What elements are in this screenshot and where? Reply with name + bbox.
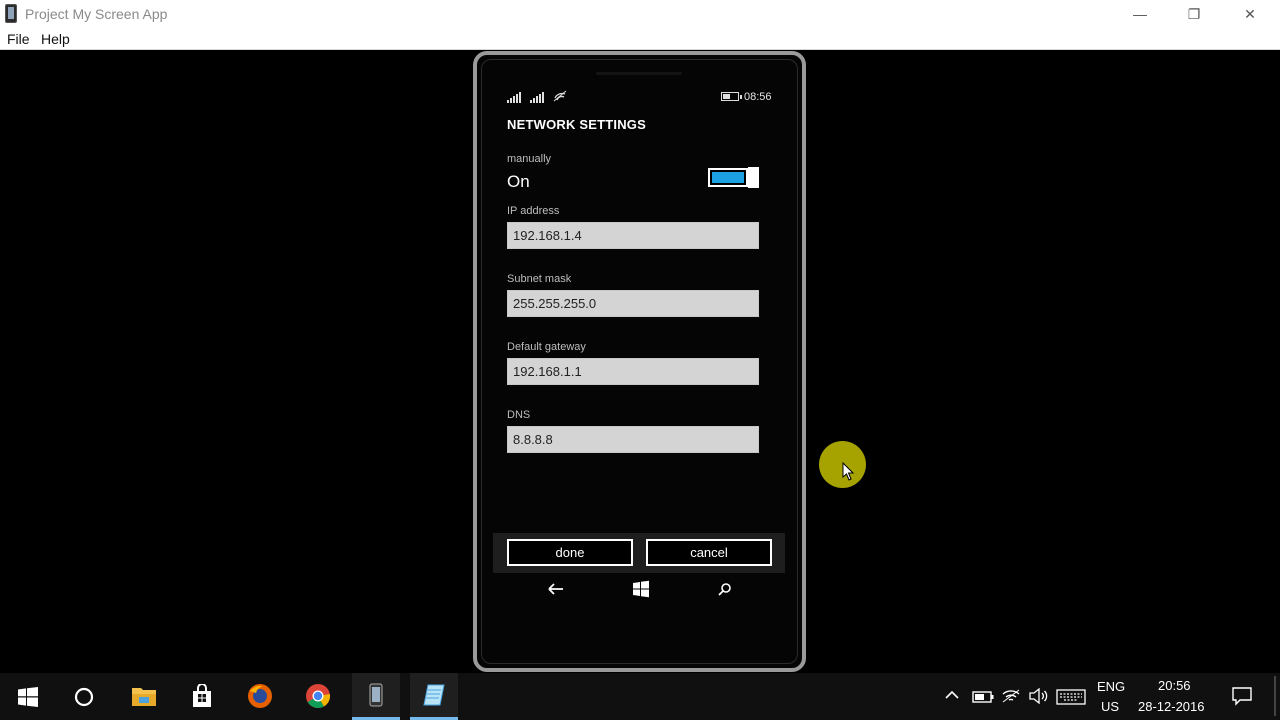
tray-clock-date[interactable]: 28-12-2016 (1138, 699, 1205, 714)
dns-field[interactable]: 8.8.8.8 (507, 426, 759, 453)
dns-label: DNS (507, 409, 531, 421)
manual-toggle[interactable] (708, 167, 759, 188)
minimize-button[interactable]: — (1117, 0, 1163, 28)
firefox-icon[interactable] (236, 673, 284, 720)
windows-logo-icon[interactable] (630, 578, 652, 600)
phone-speaker (596, 72, 682, 75)
ip-address-label: IP address (507, 205, 560, 217)
signal-strength-icon (507, 91, 525, 103)
volume-icon[interactable] (1028, 687, 1050, 709)
menu-bar: File Help (0, 28, 1280, 50)
wifi-icon (552, 89, 568, 103)
manual-state: On (507, 172, 530, 191)
signal-strength-2-icon (530, 91, 548, 103)
windows-start-icon[interactable] (4, 673, 52, 720)
back-arrow-icon[interactable] (545, 578, 567, 600)
subnet-mask-label: Subnet mask (507, 273, 572, 285)
keyboard-icon[interactable] (1056, 689, 1086, 710)
page-title: NETWORK SETTINGS (507, 117, 646, 132)
battery-icon (721, 92, 742, 101)
notepad-icon[interactable] (410, 673, 458, 720)
battery-tray-icon[interactable] (972, 690, 994, 708)
tray-clock-time[interactable]: 20:56 (1158, 678, 1191, 693)
phone-app-icon[interactable] (352, 673, 400, 720)
app-icon (5, 4, 17, 23)
maximize-button[interactable]: ❐ (1171, 0, 1217, 28)
subnet-mask-field[interactable]: 255.255.255.0 (507, 290, 759, 317)
chrome-icon[interactable] (294, 673, 342, 720)
menu-file[interactable]: File (7, 31, 30, 47)
search-icon[interactable] (714, 578, 736, 600)
title-bar: Project My Screen App — ❐ ✕ (0, 0, 1280, 28)
window-title: Project My Screen App (25, 6, 168, 22)
phone-clock: 08:56 (744, 91, 772, 103)
cortana-icon[interactable] (60, 673, 108, 720)
close-button[interactable]: ✕ (1227, 0, 1273, 28)
language-region[interactable]: US (1101, 699, 1119, 714)
default-gateway-label: Default gateway (507, 341, 586, 353)
action-center-icon[interactable] (1231, 686, 1253, 711)
language-indicator[interactable]: ENG (1097, 679, 1125, 694)
show-desktop-button[interactable] (1274, 676, 1276, 716)
store-icon[interactable] (178, 673, 226, 720)
file-explorer-icon[interactable] (120, 673, 168, 720)
wifi-tray-icon[interactable] (1001, 688, 1021, 709)
ip-address-field[interactable]: 192.168.1.4 (507, 222, 759, 249)
cancel-button[interactable]: cancel (646, 539, 772, 566)
show-hidden-icons-chevron-icon[interactable] (944, 688, 960, 706)
manual-label: manually (507, 153, 552, 165)
menu-help[interactable]: Help (41, 31, 70, 47)
done-button[interactable]: done (507, 539, 633, 566)
default-gateway-field[interactable]: 192.168.1.1 (507, 358, 759, 385)
mouse-cursor-icon (842, 461, 855, 486)
